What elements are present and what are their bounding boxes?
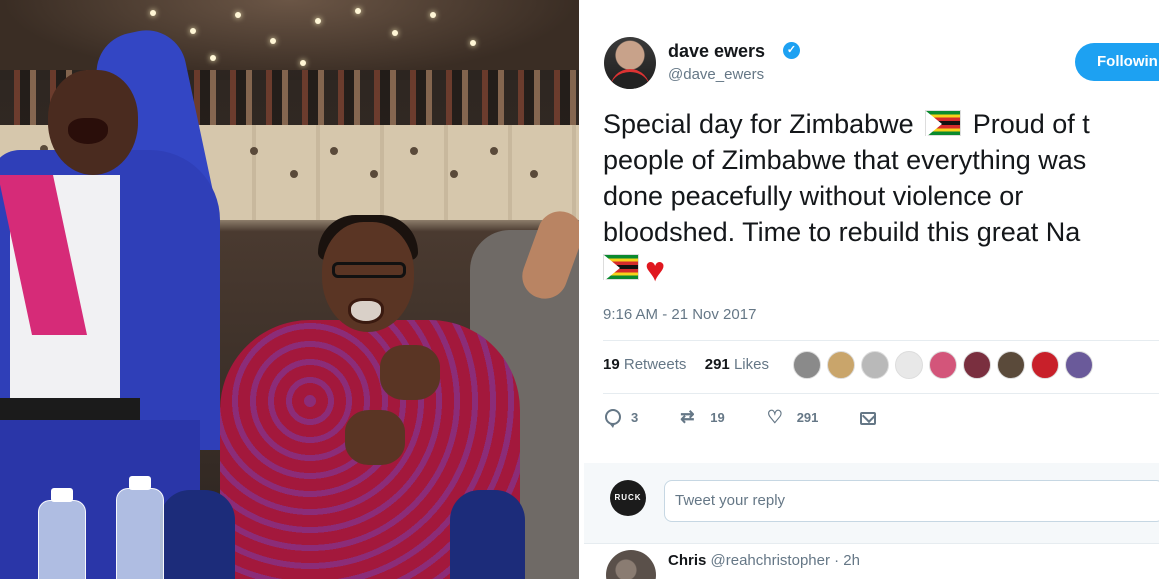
tweet-line-5: ♥ xyxy=(603,250,1159,289)
retweet-button[interactable]: ⇄ 19 xyxy=(680,408,724,426)
liker-avatar[interactable] xyxy=(1031,351,1059,379)
reply-count: 3 xyxy=(631,409,639,425)
ceiling-light xyxy=(430,12,436,18)
woman-mouth xyxy=(348,298,384,324)
liker-avatar[interactable] xyxy=(1065,351,1093,379)
liker-avatar[interactable] xyxy=(963,351,991,379)
heart-icon: ♡ xyxy=(766,407,783,427)
ceiling-light xyxy=(470,40,476,46)
water-bottle xyxy=(38,500,86,579)
zimbabwe-flag-icon xyxy=(925,110,962,137)
divider xyxy=(603,340,1159,341)
retweet-icon: ⇄ xyxy=(680,407,695,426)
commenter-avatar[interactable] xyxy=(606,550,656,579)
water-bottle xyxy=(116,488,164,579)
ceiling xyxy=(0,0,579,80)
tweet-line-3: done peacefully without violence or xyxy=(603,181,1024,211)
fist xyxy=(380,345,440,400)
red-heart-icon: ♥ xyxy=(645,251,666,289)
author-avatar[interactable] xyxy=(604,37,656,89)
likes-label[interactable]: Likes xyxy=(734,356,769,373)
commenter-name[interactable]: Chris xyxy=(668,552,706,569)
fist xyxy=(345,410,405,465)
current-user-avatar[interactable]: RUCK xyxy=(610,480,646,516)
tweet-timestamp[interactable]: 9:16 AM - 21 Nov 2017 xyxy=(603,306,756,323)
reply-header: Chris @reahchristopher · 2h xyxy=(668,552,860,569)
verified-badge-icon: ✓ xyxy=(783,42,800,59)
tweet-line-1: Special day for Zimbabwe Proud of t xyxy=(603,109,1090,139)
like-button[interactable]: ♡ 291 xyxy=(767,408,819,426)
divider xyxy=(603,393,1159,394)
engagement-stats: 19 Retweets 291 Likes xyxy=(603,356,769,373)
ceiling-light xyxy=(235,12,241,18)
commenter-handle[interactable]: @reahchristopher xyxy=(711,552,830,569)
man-mouth xyxy=(68,118,108,144)
woman-glasses xyxy=(332,262,406,278)
tweet-line-4: bloodshed. Time to rebuild this great Na xyxy=(603,217,1081,247)
man-belt xyxy=(0,398,140,420)
following-button[interactable]: Followin xyxy=(1075,43,1159,81)
tweet-line-2: people of Zimbabwe that everything was xyxy=(603,145,1087,175)
reply-button[interactable]: 3 xyxy=(605,409,639,428)
envelope-icon xyxy=(860,411,877,425)
retweets-label[interactable]: Retweets xyxy=(624,356,687,373)
liker-avatar[interactable] xyxy=(861,351,889,379)
divider xyxy=(584,543,1159,544)
direct-message-button[interactable] xyxy=(860,410,886,425)
liker-avatar[interactable] xyxy=(895,351,923,379)
zimbabwe-flag-icon xyxy=(603,254,639,281)
celebration-photo xyxy=(0,0,579,579)
liker-avatar[interactable] xyxy=(929,351,957,379)
ceiling-light xyxy=(150,10,156,16)
ceiling-light xyxy=(355,8,361,14)
ceiling-light xyxy=(300,60,306,66)
tweet-actions: 3 ⇄ 19 ♡ 291 xyxy=(605,408,928,428)
bottle-cap xyxy=(129,476,151,490)
reply-icon xyxy=(605,409,621,428)
liker-avatar[interactable] xyxy=(793,351,821,379)
bottle-cap xyxy=(51,488,73,502)
liker-avatar[interactable] xyxy=(827,351,855,379)
ceiling-light xyxy=(392,30,398,36)
retweets-count[interactable]: 19 xyxy=(603,356,620,373)
reply-input[interactable]: Tweet your reply xyxy=(664,480,1159,522)
author-handle[interactable]: @dave_ewers xyxy=(668,66,764,83)
ceiling-light xyxy=(210,55,216,61)
tweet-card: dave ewers ✓ @dave_ewers Followin Specia… xyxy=(584,0,1159,579)
ceiling-light xyxy=(190,28,196,34)
liker-avatar[interactable] xyxy=(997,351,1025,379)
author-name[interactable]: dave ewers xyxy=(668,41,765,62)
tweet-text: Special day for Zimbabwe Proud of t peop… xyxy=(603,106,1159,289)
chair xyxy=(450,490,525,579)
like-count: 291 xyxy=(796,409,819,425)
likes-count[interactable]: 291 xyxy=(705,356,730,373)
liker-avatars xyxy=(793,351,1093,379)
chair xyxy=(160,490,235,579)
ceiling-light xyxy=(270,38,276,44)
retweet-count: 19 xyxy=(710,409,725,425)
ceiling-light xyxy=(315,18,321,24)
comment-time[interactable]: · 2h xyxy=(834,552,860,569)
